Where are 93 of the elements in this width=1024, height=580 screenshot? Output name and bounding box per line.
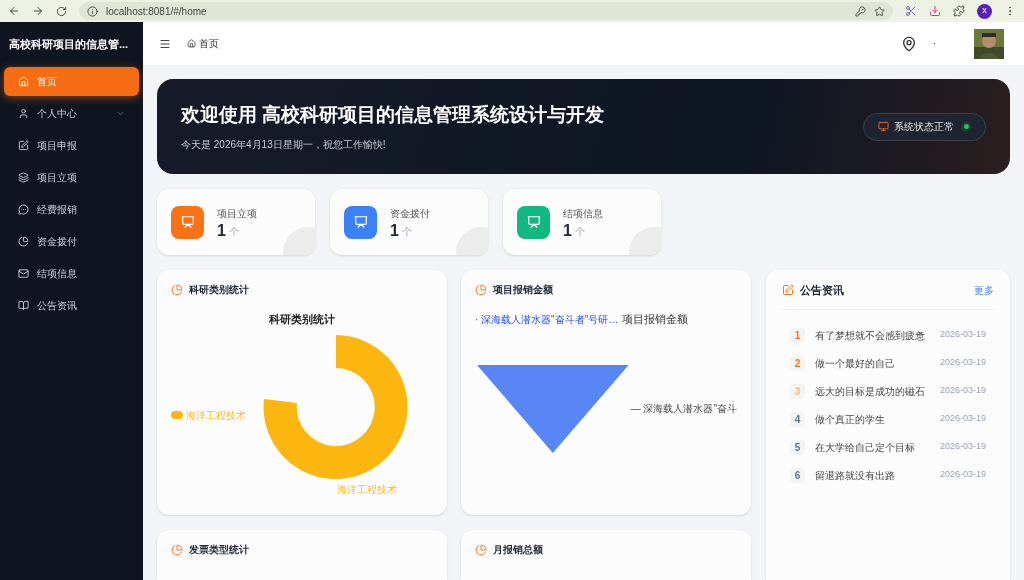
presentation-board-icon	[526, 215, 541, 229]
reload-icon[interactable]	[56, 5, 67, 17]
stat-unit: 个	[574, 224, 585, 239]
notice-text: 在大学给自己定个目标	[815, 440, 916, 455]
chat-bubble-icon	[18, 204, 29, 215]
presentation-board-icon	[353, 215, 368, 229]
notice-date: 2026-03-19	[939, 412, 986, 426]
chevron-down-icon	[116, 109, 125, 118]
stat-value: 1	[390, 222, 399, 239]
legend-swatch	[171, 411, 183, 419]
stat-unit: 个	[228, 224, 239, 239]
stat-label: 项目立项	[217, 206, 257, 221]
monitor-icon	[878, 121, 889, 132]
status-dot	[961, 121, 971, 132]
card-title: 发票类型统计	[189, 543, 249, 557]
location-pin-icon[interactable]	[900, 35, 917, 52]
notice-text: 远大的目标是成功的磁石	[815, 384, 926, 399]
info-icon[interactable]	[87, 5, 98, 17]
notice-date: 2026-03-19	[939, 468, 986, 482]
notice-text: 做一个最好的自己	[815, 356, 896, 371]
more-link[interactable]: 更多	[974, 282, 994, 298]
sidebar-item[interactable]: 个人中心	[4, 99, 139, 128]
download-icon[interactable]	[929, 5, 941, 17]
puzzle-icon[interactable]	[953, 5, 965, 17]
breadcrumb[interactable]: 首页	[187, 36, 885, 51]
book-icon	[18, 300, 29, 311]
notice-date: 2026-03-19	[939, 356, 986, 370]
forward-icon[interactable]	[32, 5, 44, 17]
scissors-icon[interactable]	[905, 5, 917, 17]
pie-chart-icon	[18, 236, 29, 247]
user-icon	[18, 108, 29, 119]
sidebar-item[interactable]: 经费报销	[4, 195, 139, 224]
presentation-board-icon	[180, 215, 195, 229]
notice-item[interactable]: 2 做一个最好的自己 2026-03-19	[790, 355, 986, 371]
card-title: 项目报销金额	[493, 283, 553, 297]
app-title: 高校科研项目的信息管...	[9, 37, 129, 53]
key-icon[interactable]	[855, 5, 866, 17]
slice-label: 海洋工程技术	[337, 482, 397, 497]
notice-title: 公告资讯	[800, 283, 845, 298]
menu-icon[interactable]	[159, 37, 171, 50]
pie-chart-icon	[171, 283, 183, 296]
notice-item[interactable]: 3 远大的目标是成功的磁石 2026-03-19	[790, 383, 986, 399]
notice-item[interactable]: 1 有了梦想就不会感到疲惫 2026-03-19	[790, 327, 986, 343]
star-icon[interactable]	[874, 5, 885, 17]
notice-date: 2026-03-19	[939, 440, 986, 454]
pie-chart-icon	[475, 283, 487, 296]
legend-label: 海洋工程技术	[186, 408, 246, 423]
banner-title: 欢迎使用 高校科研项目的信息管理系统设计与开发	[181, 102, 606, 127]
stat-value: 1	[217, 222, 226, 239]
sidebar-item[interactable]: 项目申报	[4, 131, 139, 160]
notice-item[interactable]: 4 做个真正的学生 2026-03-19	[790, 411, 986, 427]
notice-text: 做个真正的学生	[815, 412, 886, 427]
rank-badge: 1	[790, 327, 805, 343]
notice-item[interactable]: 5 在大学给自己定个目标 2026-03-19	[790, 439, 986, 455]
pie-chart-icon	[171, 543, 183, 556]
rank-badge: 2	[790, 355, 805, 371]
profile-avatar[interactable]: x	[977, 3, 992, 19]
stat-label: 资金拨付	[390, 206, 430, 221]
legend-label: · 深海载人潜水器"奋斗者"号研…	[475, 312, 619, 327]
sidebar-item[interactable]: 资金拨付	[4, 227, 139, 256]
card-title: 月报销总额	[493, 543, 543, 557]
chart-title: 科研类别统计	[269, 312, 335, 327]
sidebar-item[interactable]: 项目立项	[4, 163, 139, 192]
rank-badge: 6	[790, 467, 805, 483]
mail-icon	[18, 268, 29, 279]
address-bar[interactable]: localhost:8081/#/home	[79, 2, 893, 20]
stat-label: 结项信息	[563, 206, 603, 221]
card-title: 科研类别统计	[189, 283, 249, 297]
note-icon	[18, 140, 29, 151]
rank-badge: 4	[790, 411, 805, 427]
home-icon	[18, 76, 29, 87]
chart-title: 项目报销金额	[622, 312, 689, 327]
notice-text: 有了梦想就不会感到疲惫	[815, 328, 926, 343]
notice-text: 留退路就没有出路	[815, 468, 896, 483]
note-icon	[782, 284, 794, 297]
slice-label: — 深海载人潜水器"奋斗	[630, 402, 737, 416]
url-text: localhost:8081/#/home	[106, 4, 208, 19]
sidebar-item[interactable]: 公告资讯	[4, 291, 139, 320]
pie-chart-icon	[475, 543, 487, 556]
dot-text: ·	[932, 37, 936, 51]
back-icon[interactable]	[8, 5, 20, 17]
notice-date: 2026-03-19	[939, 328, 986, 342]
rank-badge: 5	[790, 439, 805, 455]
rank-badge: 3	[790, 383, 805, 399]
sidebar-item[interactable]: 结项信息	[4, 259, 139, 288]
banner-subtitle: 今天是 2026年4月13日星期一，祝您工作愉快!	[181, 138, 387, 153]
notice-date: 2026-03-19	[939, 384, 986, 398]
stat-unit: 个	[401, 224, 412, 239]
layers-icon	[18, 172, 29, 183]
stat-value: 1	[563, 222, 572, 239]
home-icon	[187, 39, 196, 48]
notice-item[interactable]: 6 留退路就没有出路 2026-03-19	[790, 467, 986, 483]
status-pill: 系统状态正常	[863, 112, 986, 141]
